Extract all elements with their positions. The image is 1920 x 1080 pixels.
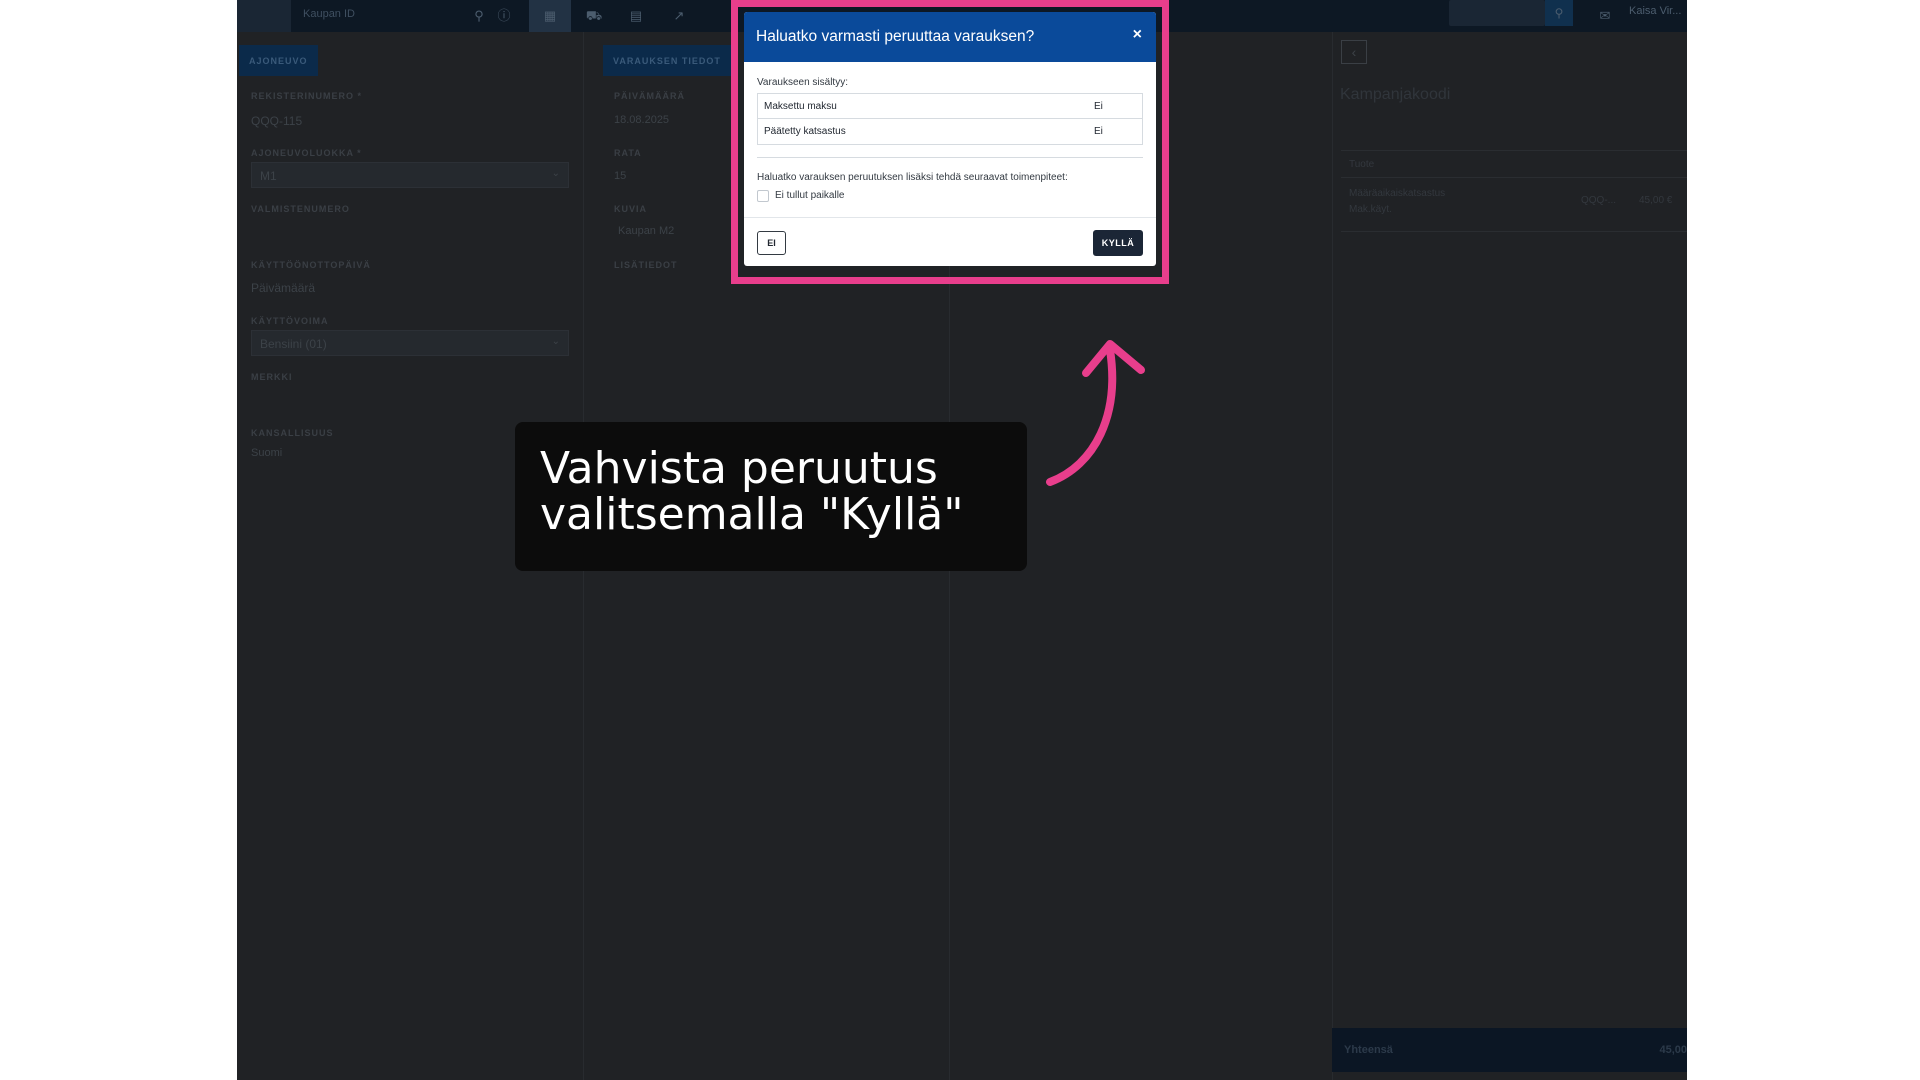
product-subtext: Mak.käyt. [1349,204,1392,215]
item-value: Ei [1094,101,1103,112]
mail-icon[interactable]: ✉ [1593,4,1617,28]
field-label: KÄYTTÖVOIMA [251,316,329,326]
no-show-checkbox[interactable] [757,190,769,202]
field-label: KÄYTTÖÖNOTTOPÄIVÄ [251,260,371,270]
item-value: Ei [1094,126,1103,137]
clipboard-icon[interactable]: ▤ [624,4,648,28]
date-value: 18.08.2025 [614,114,670,126]
instruction-callout: Vahvista peruutus valitsemalla "Kyllä" [515,422,1027,571]
column-divider [1332,32,1333,1080]
field-label: RATA [614,148,642,158]
secondary-search-input[interactable] [1449,0,1545,26]
select-value: Bensiini (01) [260,337,327,351]
vehicle-class-select[interactable]: M1 ⌄ [251,162,569,188]
field-label: AJONEUVOLUOKKA * [251,148,362,158]
field-label: PÄIVÄMÄÄRÄ [614,91,686,101]
calendar-icon[interactable]: ▦ [538,4,562,28]
no-show-checkbox-label[interactable]: Ei tullut paikalle [775,190,844,201]
lane-value: 15 [614,170,627,182]
chevron-down-icon: ⌄ [551,168,560,179]
field-label: REKISTERINUMERO * [251,91,363,101]
field-label: VALMISTENUMERO [251,204,350,214]
cancel-booking-dialog: Haluatko varmasti peruuttaa varauksen? ×… [744,12,1156,266]
registration-value[interactable]: QQQ-115 [251,114,302,128]
car-icon[interactable]: ⛟ [582,4,606,28]
table-row: Päätetty katsastus Ei [758,119,1142,144]
field-label: KUVIA [614,204,648,214]
item-name: Maksettu maksu [764,101,837,112]
chevron-down-icon: ⌄ [551,336,560,347]
total-value: 45,00 [1659,1044,1687,1056]
total-label: Yhteensä [1344,1044,1393,1056]
dialog-title: Haluatko varmasti peruuttaa varauksen? [756,28,1035,45]
logo-area [237,0,291,32]
tab-vehicle[interactable]: AJONEUVO [239,45,318,76]
divider [757,157,1143,158]
cancel-button[interactable]: EI [757,231,786,255]
chart-icon[interactable]: ↗ [667,4,691,28]
total-footer: Yhteensä 45,00 [1332,1028,1687,1072]
item-name: Päätetty katsastus [764,126,846,137]
table-row: Maksettu maksu Ei [758,94,1142,119]
fuel-select[interactable]: Bensiini (01) ⌄ [251,330,569,356]
date-field[interactable]: Päivämäärä [251,281,315,295]
close-icon[interactable]: × [1133,26,1142,44]
product-price: 45,00 € [1639,195,1673,206]
included-items-table: Maksettu maksu Ei Päätetty katsastus Ei [757,93,1143,145]
field-label: LISÄTIEDOT [614,260,678,270]
tutorial-screenshot: Kaupan ID ⚲ ⓘ ▦ ⛟ ▤ ↗ ⚲ ✉ Kaisa Vir... A… [0,0,1920,1080]
callout-line: Vahvista peruutus [540,443,938,494]
callout-line: valitsemalla "Kyllä" [540,489,964,540]
callout-text: Vahvista peruutus valitsemalla "Kyllä" [540,446,1010,538]
product-code: QQQ-... [1581,195,1616,206]
column-header: Tuote [1349,159,1375,170]
user-name[interactable]: Kaisa Vir... [1629,5,1681,17]
included-label: Varaukseen sisältyy: [757,77,848,88]
divider [744,217,1156,218]
dialog-header: Haluatko varmasti peruuttaa varauksen? × [744,12,1156,62]
info-icon[interactable]: ⓘ [492,4,516,28]
field-label: MERKKI [251,372,293,382]
secondary-search-button[interactable]: ⚲ [1545,0,1573,26]
search-input[interactable]: Kaupan ID [291,0,481,32]
select-value: M1 [260,169,277,183]
product-name: Määräaikaiskatsastus [1349,188,1446,199]
tab-booking-details[interactable]: VARAUKSEN TIEDOT [603,45,731,76]
table-row: Määräaikaiskatsastus Mak.käyt. QQQ-... 4… [1341,180,1687,232]
products-table-header: Tuote [1341,150,1687,178]
confirm-button[interactable]: KYLLÄ [1093,230,1143,256]
back-button[interactable]: ‹ [1341,40,1367,64]
location-value: Kaupan M2 [618,225,675,237]
pointer-arrow-icon [1046,340,1145,486]
search-icon[interactable]: ⚲ [467,4,491,28]
campaign-code-title: Kampanjakoodi [1340,86,1451,103]
field-label: KANSALLISUUS [251,428,334,438]
nationality-value[interactable]: Suomi [251,447,282,459]
additional-actions-question: Haluatko varauksen peruutuksen lisäksi t… [757,172,1068,183]
